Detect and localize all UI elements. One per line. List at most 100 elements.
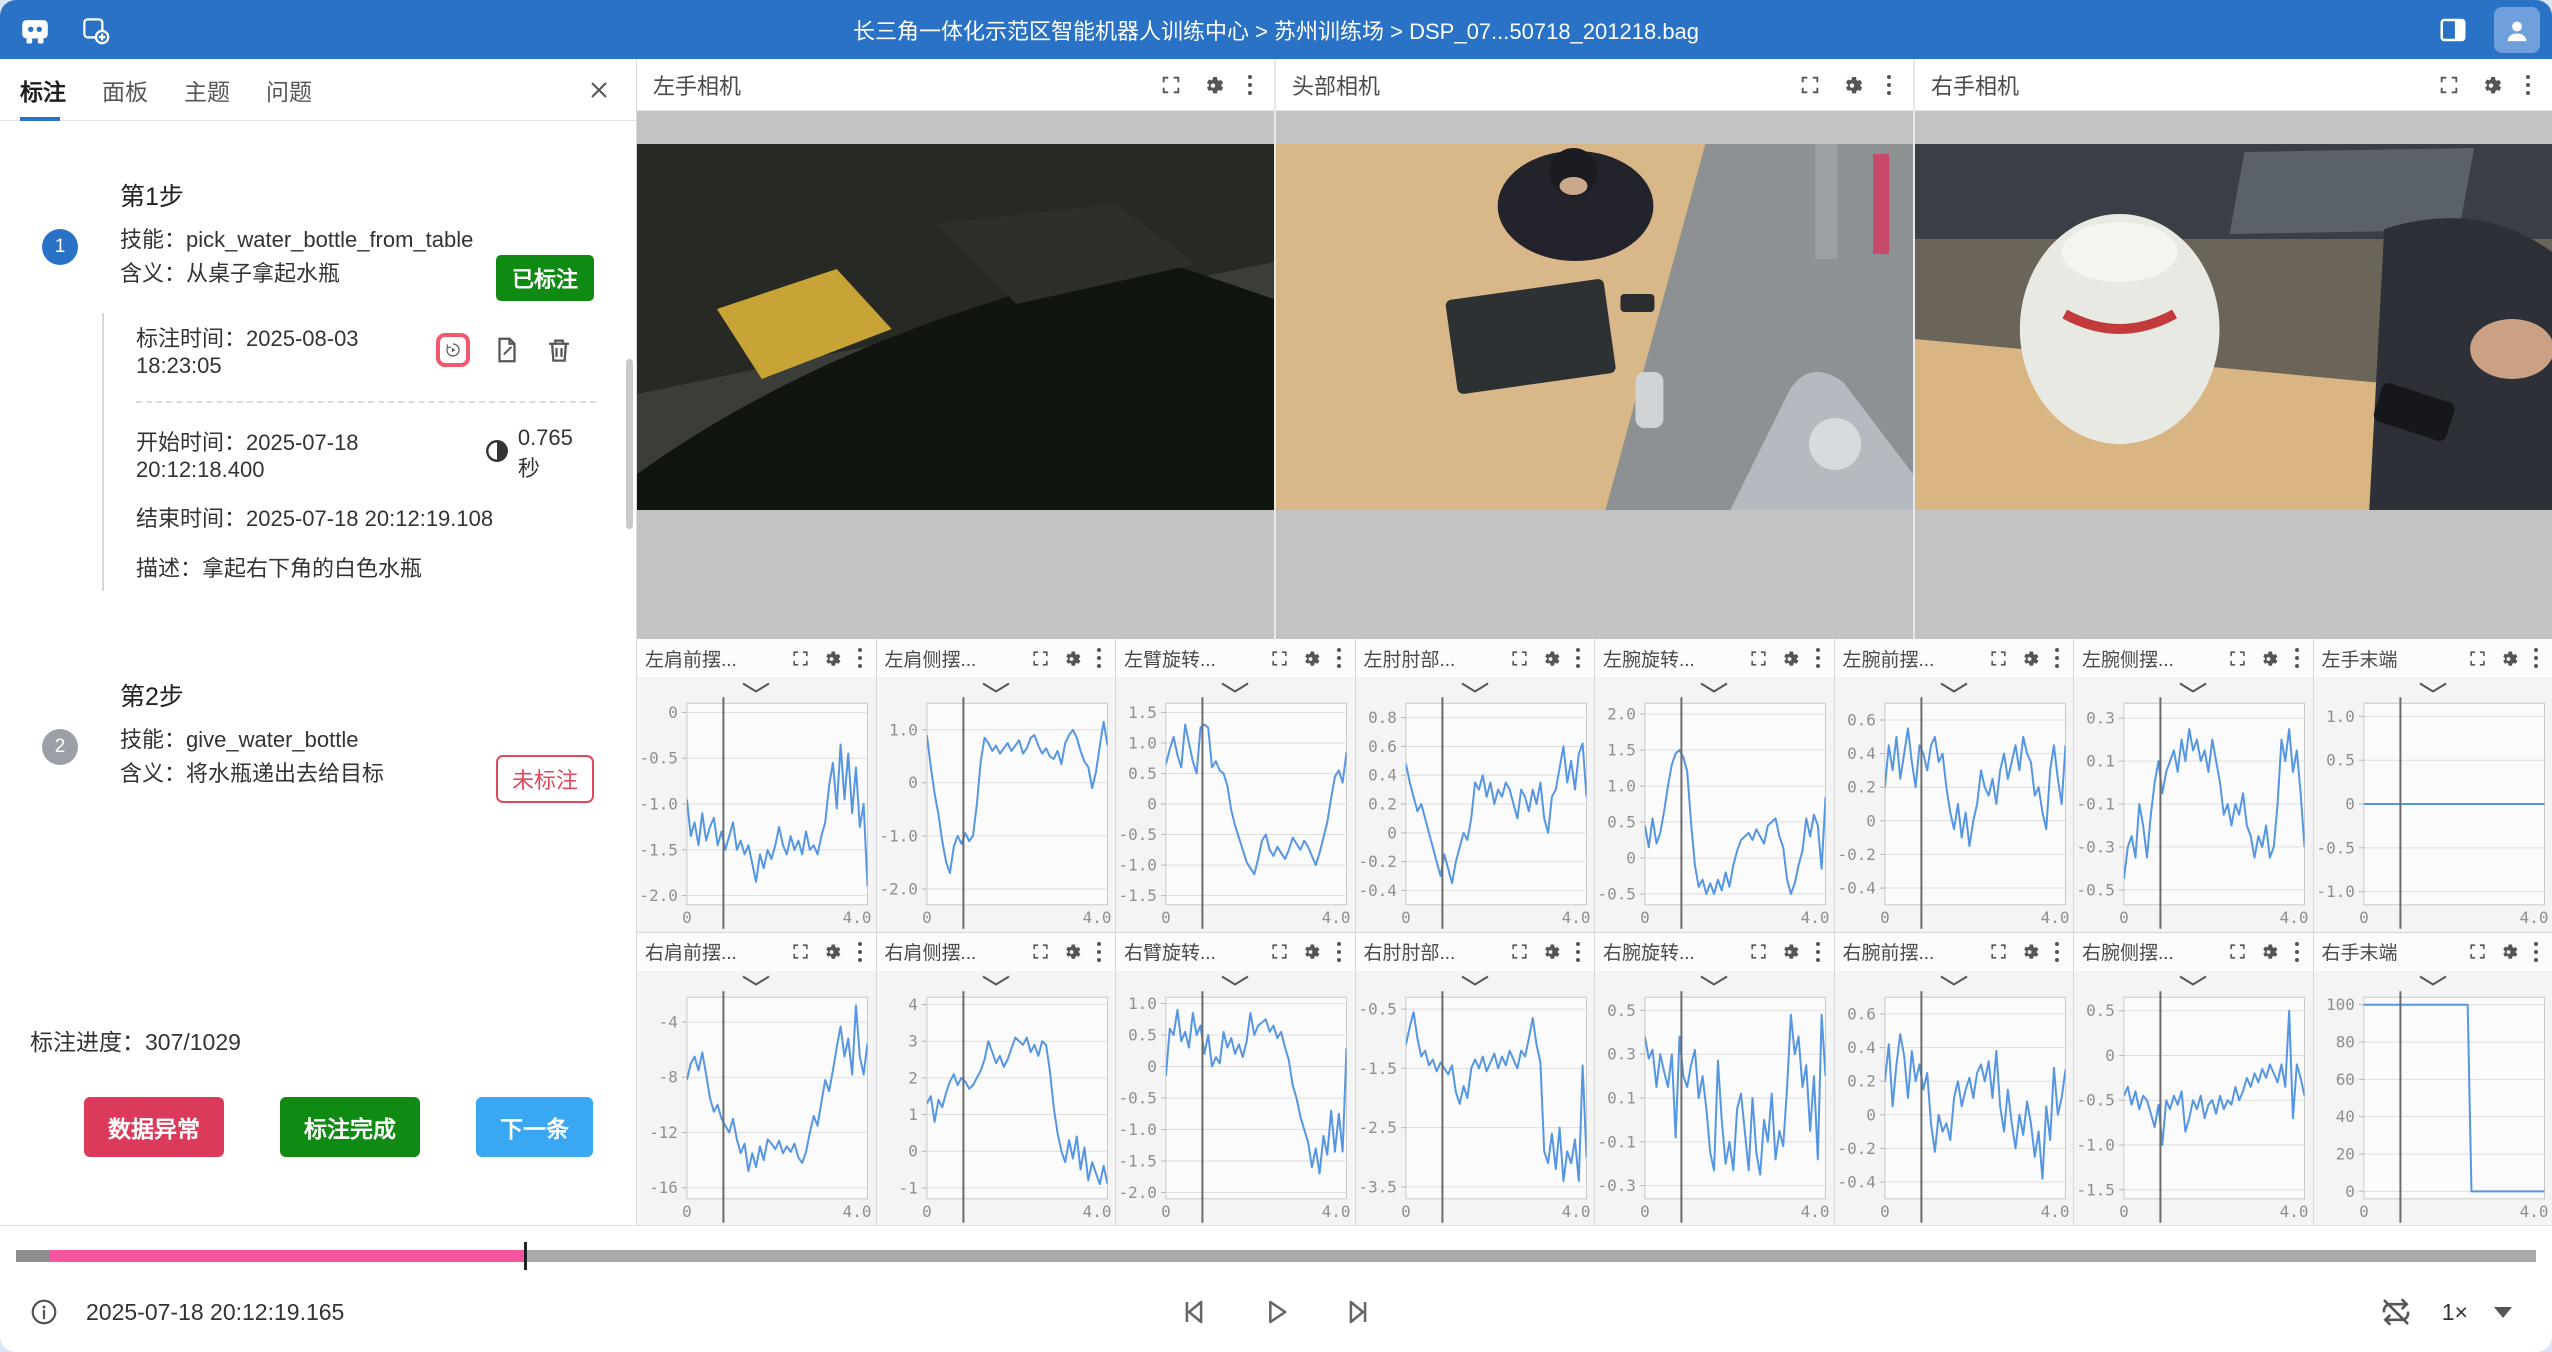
timeline-playhead[interactable] — [524, 1242, 527, 1270]
settings-gear-icon[interactable] — [1300, 647, 1322, 669]
chevron-down-icon[interactable] — [2314, 677, 2552, 697]
chevron-down-icon[interactable] — [877, 677, 1116, 697]
chevron-down-icon[interactable] — [2314, 971, 2552, 991]
plot-area[interactable]: 0.60.40.20-0.2-0.404.0 — [1835, 991, 2074, 1223]
step-item-1[interactable]: 1 第1步 技能：pick_water_bottle_from_table 含义… — [0, 177, 636, 591]
settings-gear-icon[interactable] — [821, 941, 843, 963]
timeline-track[interactable] — [16, 1250, 2536, 1262]
settings-gear-icon[interactable] — [1539, 941, 1561, 963]
plot-area[interactable]: 0.30.1-0.1-0.3-0.504.0 — [2074, 697, 2313, 929]
settings-gear-icon[interactable] — [2478, 72, 2504, 98]
plot-area[interactable]: 1.00.50-0.5-1.0-1.5-2.004.0 — [1116, 991, 1355, 1223]
kebab-menu-icon[interactable] — [1091, 940, 1107, 964]
chevron-down-icon[interactable] — [1595, 677, 1834, 697]
settings-gear-icon[interactable] — [2497, 941, 2519, 963]
fullscreen-icon[interactable] — [1748, 647, 1770, 669]
fullscreen-icon[interactable] — [1269, 647, 1291, 669]
tab-annotation[interactable]: 标注 — [20, 59, 66, 121]
fullscreen-icon[interactable] — [1158, 72, 1184, 98]
fullscreen-icon[interactable] — [2227, 647, 2249, 669]
chevron-down-icon[interactable] — [2494, 1307, 2512, 1318]
kebab-menu-icon[interactable] — [1570, 646, 1586, 670]
plot-area[interactable]: 0.50-0.5-1.0-1.504.0 — [2074, 991, 2313, 1223]
settings-gear-icon[interactable] — [1779, 941, 1801, 963]
settings-gear-icon[interactable] — [821, 647, 843, 669]
chevron-down-icon[interactable] — [637, 677, 876, 697]
fullscreen-icon[interactable] — [2466, 941, 2488, 963]
kebab-menu-icon[interactable] — [1331, 646, 1347, 670]
chevron-down-icon[interactable] — [1835, 677, 2074, 697]
fullscreen-icon[interactable] — [1508, 941, 1530, 963]
settings-gear-icon[interactable] — [2258, 941, 2280, 963]
kebab-menu-icon[interactable] — [1091, 646, 1107, 670]
fullscreen-icon[interactable] — [2466, 647, 2488, 669]
chevron-down-icon[interactable] — [1116, 677, 1355, 697]
fullscreen-icon[interactable] — [1029, 647, 1051, 669]
plot-area[interactable]: 0.60.40.20-0.2-0.404.0 — [1835, 697, 2074, 929]
settings-gear-icon[interactable] — [1300, 941, 1322, 963]
chevron-down-icon[interactable] — [1835, 971, 2074, 991]
plot-area[interactable]: -4-8-12-1604.0 — [637, 991, 876, 1223]
fullscreen-icon[interactable] — [1748, 941, 1770, 963]
settings-gear-icon[interactable] — [2497, 647, 2519, 669]
kebab-menu-icon[interactable] — [1570, 940, 1586, 964]
plot-area[interactable]: -0.5-1.5-2.5-3.504.0 — [1356, 991, 1595, 1223]
kebab-menu-icon[interactable] — [2049, 646, 2065, 670]
layout-toggle-icon[interactable] — [2432, 9, 2474, 51]
fullscreen-icon[interactable] — [1508, 647, 1530, 669]
fullscreen-icon[interactable] — [1029, 941, 1051, 963]
settings-gear-icon[interactable] — [1539, 647, 1561, 669]
kebab-menu-icon[interactable] — [852, 940, 868, 964]
settings-gear-icon[interactable] — [1060, 647, 1082, 669]
kebab-menu-icon[interactable] — [2049, 940, 2065, 964]
plot-area[interactable]: 1.51.00.50-0.5-1.0-1.504.0 — [1116, 697, 1355, 929]
user-avatar-button[interactable] — [2494, 7, 2540, 53]
annotation-complete-button[interactable]: 标注完成 — [280, 1097, 420, 1157]
fullscreen-icon[interactable] — [2436, 72, 2462, 98]
replay-icon[interactable] — [436, 333, 470, 367]
chevron-down-icon[interactable] — [2074, 971, 2313, 991]
fullscreen-icon[interactable] — [1269, 941, 1291, 963]
settings-gear-icon[interactable] — [1839, 72, 1865, 98]
fullscreen-icon[interactable] — [1987, 647, 2009, 669]
kebab-menu-icon[interactable] — [852, 646, 868, 670]
close-icon[interactable] — [584, 75, 614, 105]
step-item-2[interactable]: 2 第2步 技能：give_water_bottle 含义：将水瓶递出去给目标 … — [0, 677, 636, 791]
chevron-down-icon[interactable] — [637, 971, 876, 991]
next-item-button[interactable]: 下一条 — [476, 1097, 593, 1157]
fullscreen-icon[interactable] — [1797, 72, 1823, 98]
settings-gear-icon[interactable] — [2018, 941, 2040, 963]
previous-frame-button[interactable] — [1174, 1292, 1214, 1332]
settings-gear-icon[interactable] — [2258, 647, 2280, 669]
fullscreen-icon[interactable] — [1987, 941, 2009, 963]
chevron-down-icon[interactable] — [2074, 677, 2313, 697]
kebab-menu-icon[interactable] — [1242, 73, 1258, 97]
settings-gear-icon[interactable] — [1060, 941, 1082, 963]
settings-gear-icon[interactable] — [1200, 72, 1226, 98]
chevron-down-icon[interactable] — [1356, 971, 1595, 991]
chevron-down-icon[interactable] — [877, 971, 1116, 991]
fullscreen-icon[interactable] — [790, 647, 812, 669]
edit-icon[interactable] — [490, 333, 524, 367]
settings-gear-icon[interactable] — [2018, 647, 2040, 669]
kebab-menu-icon[interactable] — [2528, 646, 2544, 670]
plot-area[interactable]: 10080604020004.0 — [2314, 991, 2552, 1223]
kebab-menu-icon[interactable] — [2528, 940, 2544, 964]
kebab-menu-icon[interactable] — [1881, 73, 1897, 97]
plot-area[interactable]: 0.80.60.40.20-0.2-0.404.0 — [1356, 697, 1595, 929]
kebab-menu-icon[interactable] — [2289, 940, 2305, 964]
plot-area[interactable]: 43210-104.0 — [877, 991, 1116, 1223]
fullscreen-icon[interactable] — [790, 941, 812, 963]
kebab-menu-icon[interactable] — [1810, 940, 1826, 964]
playback-speed[interactable]: 1× — [2442, 1299, 2468, 1326]
settings-gear-icon[interactable] — [1779, 647, 1801, 669]
plot-area[interactable]: 1.00-1.0-2.004.0 — [877, 697, 1116, 929]
plot-area[interactable]: 0-0.5-1.0-1.5-2.004.0 — [637, 697, 876, 929]
kebab-menu-icon[interactable] — [2520, 73, 2536, 97]
tab-topic[interactable]: 主题 — [184, 59, 230, 121]
plot-area[interactable]: 2.01.51.00.50-0.504.0 — [1595, 697, 1834, 929]
delete-icon[interactable] — [542, 333, 576, 367]
sidebar-scrollbar[interactable] — [626, 359, 633, 529]
next-frame-button[interactable] — [1338, 1292, 1378, 1332]
play-button[interactable] — [1256, 1292, 1296, 1332]
